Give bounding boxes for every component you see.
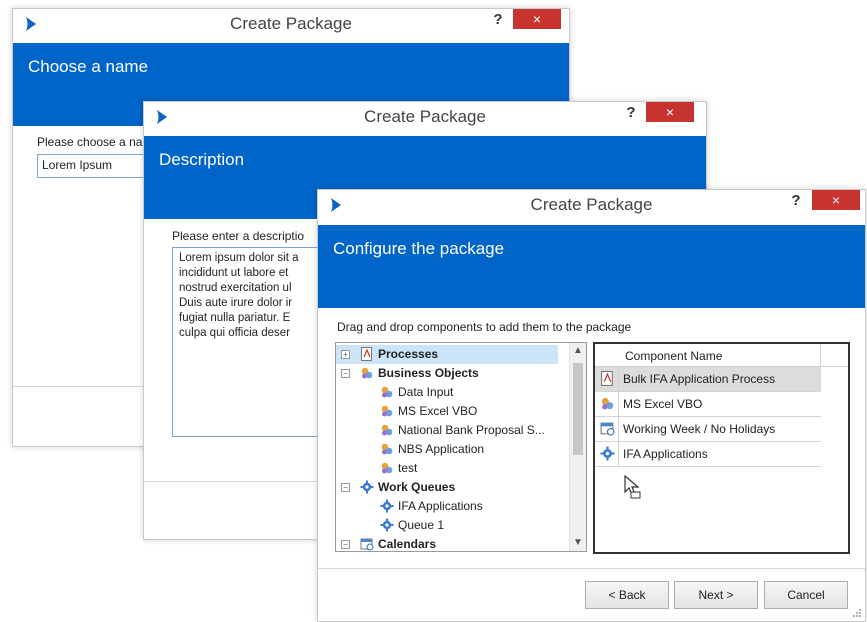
instructions-text: Drag and drop components to add them to …: [337, 320, 632, 334]
scroll-down-icon[interactable]: ▼: [570, 535, 586, 551]
tree-item-label: Queue 1: [398, 518, 445, 532]
package-grid[interactable]: Component Name Bulk IFA Application Proc…: [593, 342, 850, 554]
grid-row[interactable]: Working Week / No Holidays: [595, 417, 821, 442]
business-object-icon: [380, 461, 394, 475]
business-object-icon: [380, 385, 394, 399]
close-button[interactable]: ×: [812, 190, 860, 210]
tree-item-label: test: [398, 461, 418, 475]
tree-item[interactable]: + Processes: [336, 345, 558, 364]
close-button[interactable]: ×: [513, 9, 561, 29]
scroll-up-icon[interactable]: ▲: [570, 343, 586, 359]
window-title: Create Package: [530, 195, 653, 214]
tree-item[interactable]: − Work Queues: [336, 478, 568, 497]
next-button[interactable]: Next >: [674, 581, 758, 609]
name-prompt: Please choose a na: [37, 135, 143, 149]
tree-item-label: Data Input: [398, 385, 454, 399]
description-line: culpa qui officia deser: [179, 327, 291, 339]
business-object-icon: [600, 396, 615, 411]
tree-item-label: National Bank Proposal S...: [398, 423, 545, 437]
tree-item[interactable]: NBS Application: [336, 440, 568, 459]
grid-header: Component Name: [595, 344, 848, 367]
cell-divider: [618, 392, 619, 416]
tree-item[interactable]: Data Input: [336, 383, 568, 402]
cell-divider: [618, 417, 619, 441]
gear-icon: [380, 499, 394, 513]
package-name-input[interactable]: Lorem Ipsum: [37, 154, 147, 178]
gear-icon: [380, 518, 394, 532]
tree-item[interactable]: − Business Objects: [336, 364, 568, 383]
description-line: Lorem ipsum dolor sit a: [179, 252, 299, 264]
collapse-icon[interactable]: −: [341, 483, 350, 492]
resize-grip-icon[interactable]: [852, 608, 862, 618]
process-icon: [600, 371, 615, 386]
tree-item[interactable]: Queue 1: [336, 516, 568, 535]
grid-row[interactable]: Bulk IFA Application Process: [595, 367, 821, 392]
page-banner: Configure the package: [318, 225, 865, 308]
help-button[interactable]: ?: [787, 192, 805, 209]
description-prompt: Please enter a descriptio: [172, 229, 305, 243]
drag-cursor-icon: [624, 475, 641, 499]
tree-item-label: Processes: [378, 347, 439, 361]
description-line: Duis aute irure dolor ir: [179, 297, 293, 309]
window-title: Create Package: [230, 14, 352, 33]
description-textarea[interactable]: Lorem ipsum dolor sit a incididunt ut la…: [172, 247, 332, 437]
tree-scrollbar[interactable]: ▲ ▼: [569, 343, 586, 551]
tree-item-label: Business Objects: [378, 366, 479, 380]
component-name-header[interactable]: Component Name: [625, 349, 722, 363]
package-name-value: Lorem Ipsum: [42, 158, 113, 172]
description-line: nostrud exercitation ul: [179, 282, 292, 294]
tree-item-label: NBS Application: [398, 442, 485, 456]
calendar-icon: [360, 537, 374, 551]
collapse-icon[interactable]: −: [341, 540, 350, 549]
collapse-icon[interactable]: −: [341, 369, 350, 378]
help-button[interactable]: ?: [622, 104, 640, 121]
gear-icon: [360, 480, 374, 494]
cancel-button[interactable]: Cancel: [764, 581, 848, 609]
app-logo-icon: [331, 198, 341, 212]
back-button[interactable]: < Back: [585, 581, 669, 609]
title-bar[interactable]: Create Package ? ×: [144, 102, 706, 132]
tree-item-label: Calendars: [378, 537, 437, 551]
description-line: fugiat nulla pariatur. E: [179, 312, 291, 324]
business-object-icon: [360, 366, 374, 380]
banner-title: Choose a name: [28, 57, 149, 76]
create-package-window-configure: Create Package ? × Configure the package…: [317, 189, 866, 622]
grid-row[interactable]: IFA Applications: [595, 442, 821, 467]
banner-title: Description: [159, 150, 245, 169]
grid-row-label: IFA Applications: [623, 447, 708, 461]
banner-title: Configure the package: [333, 239, 505, 258]
header-divider: [820, 344, 821, 366]
business-object-icon: [380, 404, 394, 418]
scroll-thumb[interactable]: [573, 363, 583, 455]
grid-row[interactable]: MS Excel VBO: [595, 392, 821, 417]
app-logo-icon: [26, 17, 36, 31]
business-object-icon: [380, 423, 394, 437]
tree-item[interactable]: IFA Applications: [336, 497, 568, 516]
tree-item-label: IFA Applications: [398, 499, 483, 513]
grid-row-label: Working Week / No Holidays: [623, 422, 776, 436]
grid-row-label: MS Excel VBO: [623, 397, 703, 411]
title-bar[interactable]: Create Package ? ×: [318, 190, 865, 220]
grid-row-label: Bulk IFA Application Process: [623, 372, 776, 386]
tree-item[interactable]: National Bank Proposal S...: [336, 421, 568, 440]
cell-divider: [618, 442, 619, 466]
app-logo-icon: [157, 110, 167, 124]
description-line: incididunt ut labore et: [179, 267, 289, 279]
component-tree[interactable]: − Calendars Queue 1 IFA Applications − Work Q…: [335, 342, 587, 552]
tree-item[interactable]: MS Excel VBO: [336, 402, 568, 421]
tree-item-label: MS Excel VBO: [398, 404, 478, 418]
tree-item-label: Work Queues: [378, 480, 456, 494]
gear-icon: [600, 446, 615, 461]
footer-divider: [318, 568, 865, 569]
business-object-icon: [380, 442, 394, 456]
close-button[interactable]: ×: [646, 102, 694, 122]
tree-item[interactable]: test: [336, 459, 568, 478]
cell-divider: [618, 367, 619, 391]
expand-icon[interactable]: +: [341, 350, 350, 359]
process-icon: [360, 347, 374, 361]
title-bar[interactable]: Create Package ? ×: [13, 9, 569, 39]
help-button[interactable]: ?: [489, 11, 507, 28]
tree-item[interactable]: − Calendars: [336, 535, 568, 551]
calendar-icon: [600, 421, 615, 436]
